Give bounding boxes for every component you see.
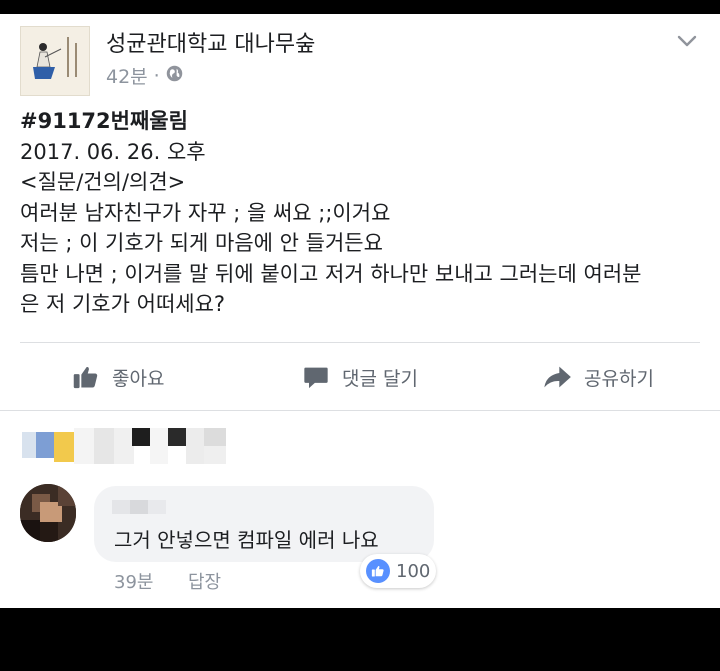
comment-time[interactable]: 39분 [114, 568, 153, 594]
page-name[interactable]: 성균관대학교 대나무숲 [106, 26, 315, 58]
globe-icon [166, 65, 183, 87]
censored-commenter-name [112, 500, 130, 514]
share-button[interactable]: 공유하기 [542, 360, 654, 394]
post-body: #91172번째울림 2017. 06. 26. 오후 <질문/건의/의견> 여… [20, 106, 700, 320]
comment-icon [302, 363, 330, 391]
post-line: 은 저 기호가 어떠세요? [20, 292, 226, 316]
commenter-avatar[interactable] [20, 484, 76, 542]
post-line: 저는 ; 이 기호가 되게 마음에 안 들거든요 [20, 231, 383, 255]
page-avatar[interactable] [20, 26, 90, 96]
post-meta: 42분 · [106, 62, 183, 89]
like-label: 좋아요 [112, 367, 165, 390]
comment-like-count[interactable]: 100 [360, 554, 436, 588]
post-card: 성균관대학교 대나무숲 42분 · #91172번째울림 2017. 06. 2… [0, 14, 720, 608]
post-line: 여러분 남자친구가 자꾸 ; 을 써요 ;;이거요 [20, 200, 391, 225]
comments-divider [0, 410, 720, 411]
page-logo-illustration [21, 27, 89, 95]
chevron-down-icon[interactable] [674, 28, 700, 54]
comment-label: 댓글 달기 [342, 367, 418, 390]
post-line: 틈만 나면 ; 이거를 말 뒤에 붙이고 저거 하나만 보내고 그러는데 여러분 [20, 261, 642, 286]
post-hashtag[interactable]: #91172번째울림 [20, 106, 700, 137]
comment-button[interactable]: 댓글 달기 [302, 360, 418, 394]
post-line: 2017. 06. 26. 오후 [20, 139, 206, 164]
action-bar-divider [20, 342, 700, 343]
like-badge-icon [366, 559, 390, 583]
post-line: <질문/건의/의견> [20, 170, 186, 194]
like-button[interactable]: 좋아요 [72, 360, 164, 394]
like-count-value: 100 [396, 560, 431, 582]
thumbs-up-icon [72, 363, 100, 391]
comment-text: 그거 안넣으면 컴파일 에러 나요 [114, 528, 379, 552]
post-time[interactable]: 42분 [106, 62, 148, 89]
comment-bubble: 그거 안넣으면 컴파일 에러 나요 [94, 486, 434, 562]
meta-separator: · [153, 64, 160, 87]
share-label: 공유하기 [584, 367, 654, 390]
share-arrow-icon [542, 363, 572, 391]
screenshot-frame: 성균관대학교 대나무숲 42분 · #91172번째울림 2017. 06. 2… [0, 0, 720, 671]
censored-reactions-row [22, 428, 252, 468]
reply-button[interactable]: 답장 [188, 568, 221, 594]
